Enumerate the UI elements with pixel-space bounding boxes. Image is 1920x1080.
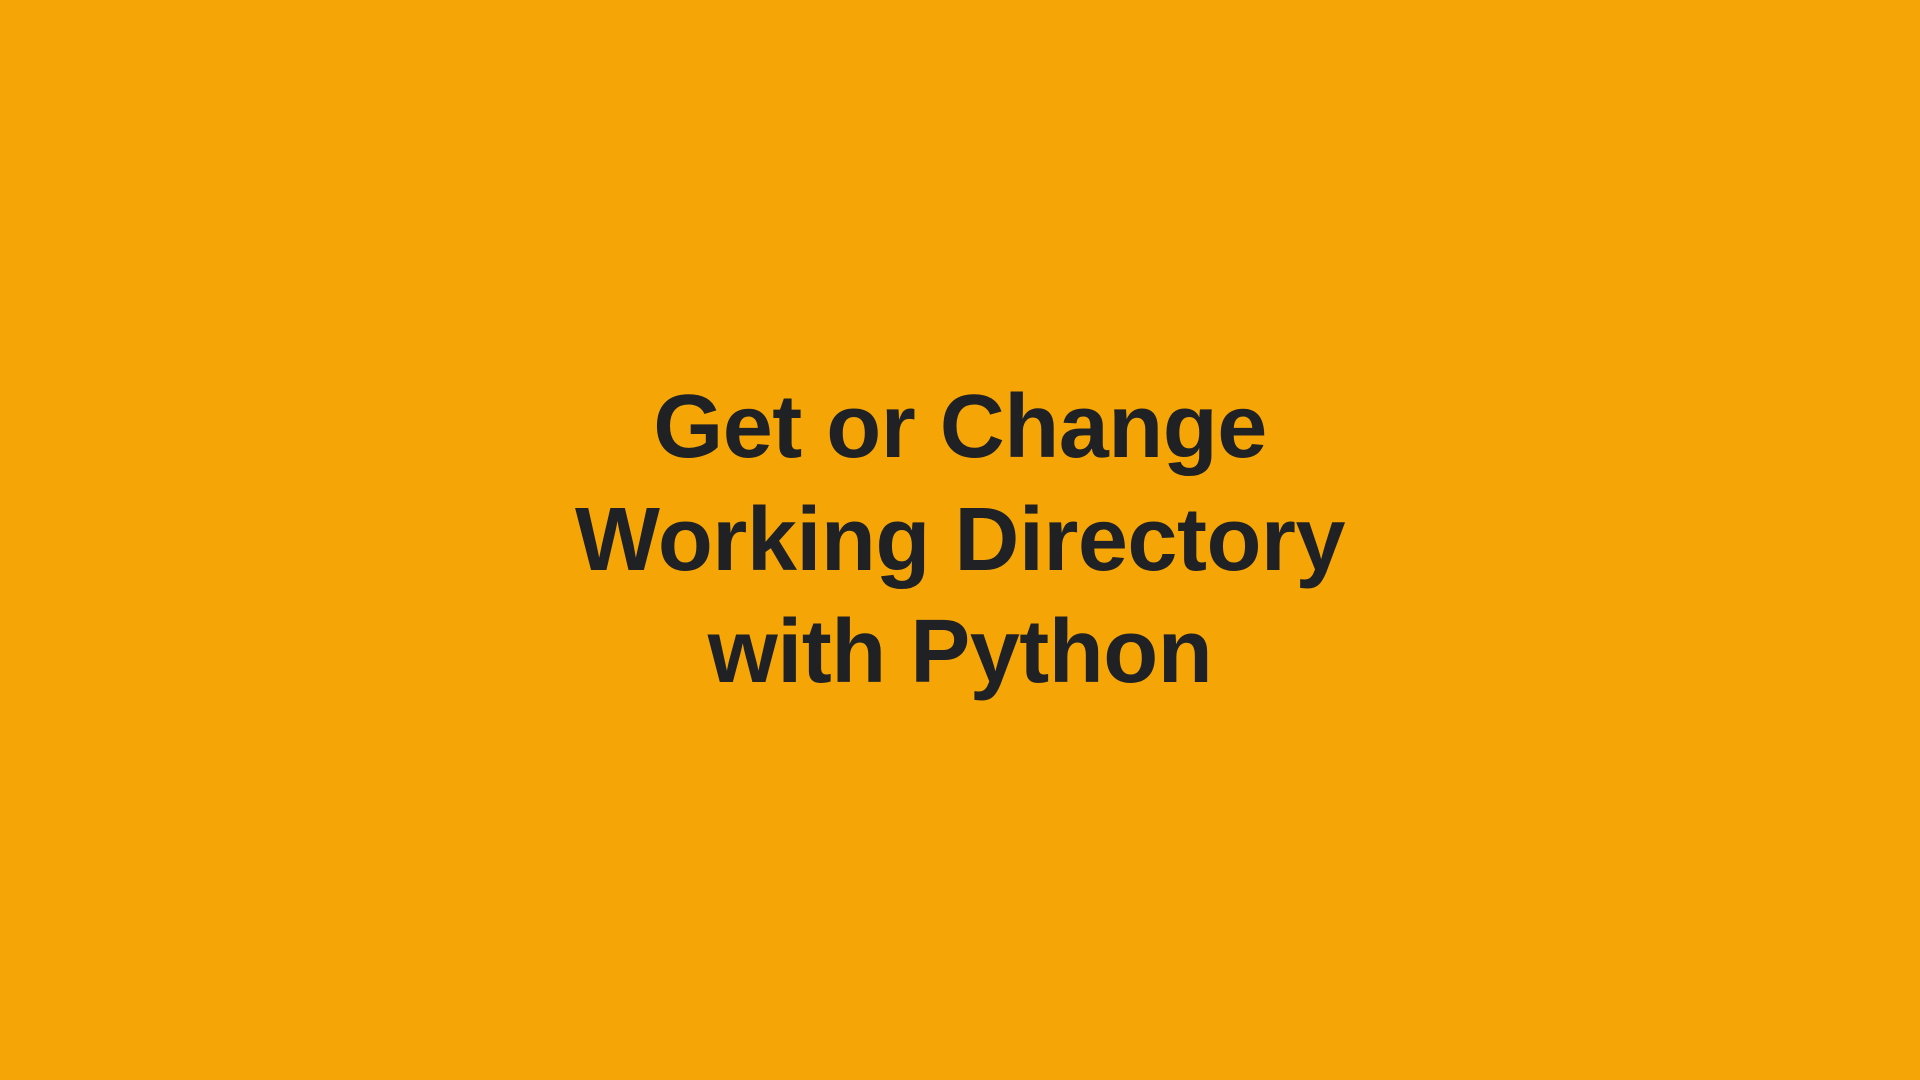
title-container: Get or Change Working Directory with Pyt… [575,371,1345,709]
title-line-2: Working Directory [575,484,1345,597]
title-line-1: Get or Change [575,371,1345,484]
title-line-3: with Python [575,596,1345,709]
